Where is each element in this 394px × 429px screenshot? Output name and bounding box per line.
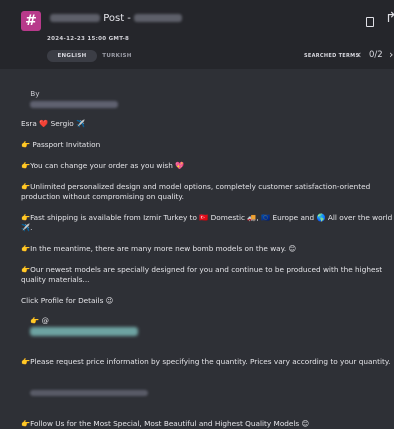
post-line-names: Esra ❤️ Sergio ✈️	[21, 119, 86, 128]
tab-english[interactable]: ENGLISH	[47, 50, 97, 62]
post-header: # Post - 2024-12-23 15:00 GMT-8 ENGLISH …	[0, 0, 394, 69]
post-line-design: 👉Unlimited personalized design and model…	[21, 182, 373, 201]
author-line: By	[21, 79, 394, 119]
post-line-quality: 👉Our newest models are specially designe…	[21, 265, 385, 284]
redacted-source	[134, 14, 183, 22]
tab-turkish[interactable]: TURKISH	[98, 50, 136, 62]
search-counter: 0/2	[369, 50, 383, 60]
by-label: By	[30, 89, 40, 98]
app-logo: #	[21, 11, 41, 31]
bookmark-icon[interactable]	[366, 17, 374, 27]
next-result-button[interactable]: ›	[389, 48, 393, 61]
post-line-price: 👉Please request price information by spe…	[21, 357, 391, 366]
post-line-new-models: 👉In the meantime, there are many more ne…	[21, 244, 297, 253]
redacted-profile-link[interactable]	[30, 326, 139, 336]
post-line-profile: Click Profile for Details 😉	[21, 296, 114, 305]
searched-terms-label: SEARCHED TERMS	[304, 53, 360, 59]
redacted-name	[50, 14, 100, 22]
post-line-order: 👉You can change your order as you wish 💖	[21, 161, 185, 170]
redacted-author	[30, 100, 119, 108]
post-line-invitation: 👉 Passport Invitation	[21, 140, 101, 149]
post-date: 2024-12-23 15:00 GMT-8	[47, 36, 130, 42]
post-body: By Esra ❤️ Sergio ✈️ 👉 Passport Invitati…	[21, 79, 394, 429]
post-line-shipping: 👉Fast shipping is available from Izmir T…	[21, 213, 393, 232]
post-line-follow: 👉Follow Us for the Most Special, Most Be…	[21, 419, 310, 428]
post-label: Post -	[103, 13, 131, 24]
prev-result-button[interactable]: ‹	[357, 48, 361, 61]
redacted-line	[21, 378, 394, 408]
share-icon[interactable]: ↱	[385, 10, 394, 26]
redacted-text	[30, 390, 149, 396]
profile-link-line[interactable]: 👉 @	[21, 306, 394, 346]
post-title: Post -	[50, 13, 183, 24]
profile-handle-prefix: 👉 @	[30, 316, 49, 325]
